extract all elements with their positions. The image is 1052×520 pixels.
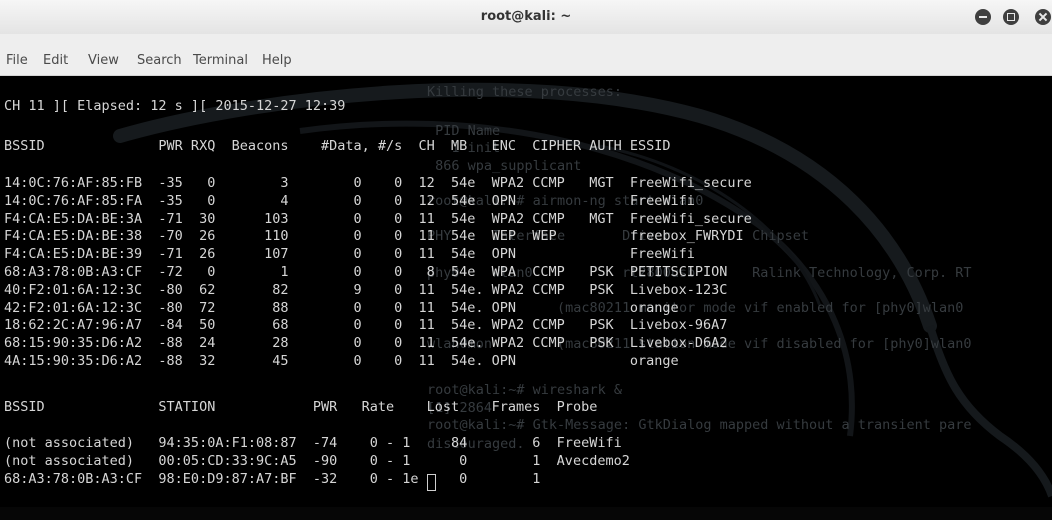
ap-row: 42:F2:01:6A:12:3C -80 72 88 0 0 11 54e. … [4, 299, 679, 316]
background-line: root@kali:~# Gtk-Message: GtkDialog mapp… [427, 417, 972, 433]
terminal-window: root@kali: ~ File Edit View Search Termi… [0, 0, 1052, 520]
menu-edit[interactable]: Edit [43, 34, 68, 75]
menu-bar: File Edit View Search Terminal Help [0, 34, 1052, 76]
station-row: 68:A3:78:0B:A3:CF 98:E0:D9:87:A7:BF -32 … [4, 471, 541, 487]
ap-row: 68:15:90:35:D6:A2 -88 24 28 0 0 11 54e. … [4, 335, 728, 352]
menu-view[interactable]: View [88, 34, 119, 75]
window-title: root@kali: ~ [480, 9, 572, 24]
ap-row: 68:A3:78:0B:A3:CF -72 0 1 0 0 8 54e WPA … [4, 264, 728, 280]
title-bar[interactable]: root@kali: ~ [0, 0, 1052, 35]
ap-row: 40:F2:01:6A:12:3C -80 62 82 9 0 11 54e. … [4, 281, 728, 298]
ap-row: 14:0C:76:AF:85:FB -35 0 3 0 0 12 54e WPA… [4, 175, 752, 191]
station-row: (not associated) 00:05:CD:33:9C:A5 -90 0… [4, 453, 630, 469]
ap-row: F4:CA:E5:DA:BE:3A -71 30 103 0 0 11 54e … [4, 210, 752, 227]
station-row: (not associated) 94:35:0A:F1:08:87 -74 0… [4, 435, 622, 451]
maximize-icon[interactable] [1003, 9, 1019, 25]
ap-row: F4:CA:E5:DA:BE:39 -71 26 107 0 0 11 54e … [4, 246, 695, 263]
close-icon[interactable] [1035, 9, 1051, 25]
menu-terminal[interactable]: Terminal [193, 34, 248, 75]
ap-row: 14:0C:76:AF:85:FA -35 0 4 0 0 12 54e OPN… [4, 192, 695, 209]
menu-search[interactable]: Search [137, 34, 182, 75]
background-line: root@kali:~# wireshark & [427, 382, 623, 398]
background-line: Killing these processes: [427, 84, 623, 100]
background-line: 866 wpa_supplicant [427, 158, 582, 174]
station-table-header: BSSID STATION PWR Rate Lost Frames Probe [4, 399, 598, 415]
bottom-border [0, 507, 1052, 520]
terminal-cursor [427, 474, 436, 491]
ap-table-header: BSSID PWR RXQ Beacons #Data, #/s CH MB E… [4, 138, 671, 154]
minimize-icon[interactable] [975, 9, 991, 25]
ap-row: 18:62:2C:A7:96:A7 -84 50 68 0 0 11 54e. … [4, 317, 728, 334]
menu-file[interactable]: File [6, 34, 28, 75]
menu-help[interactable]: Help [262, 34, 292, 75]
status-line: CH 11 ][ Elapsed: 12 s ][ 2015-12-27 12:… [4, 98, 346, 114]
ap-row: 4A:15:90:35:D6:A2 -88 32 45 0 0 11 54e. … [4, 353, 679, 369]
ap-row: F4:CA:E5:DA:BE:38 -70 26 110 0 0 11 54e … [4, 228, 744, 245]
terminal-area[interactable]: Killing these processes: PID Name 1 init… [0, 76, 1052, 520]
